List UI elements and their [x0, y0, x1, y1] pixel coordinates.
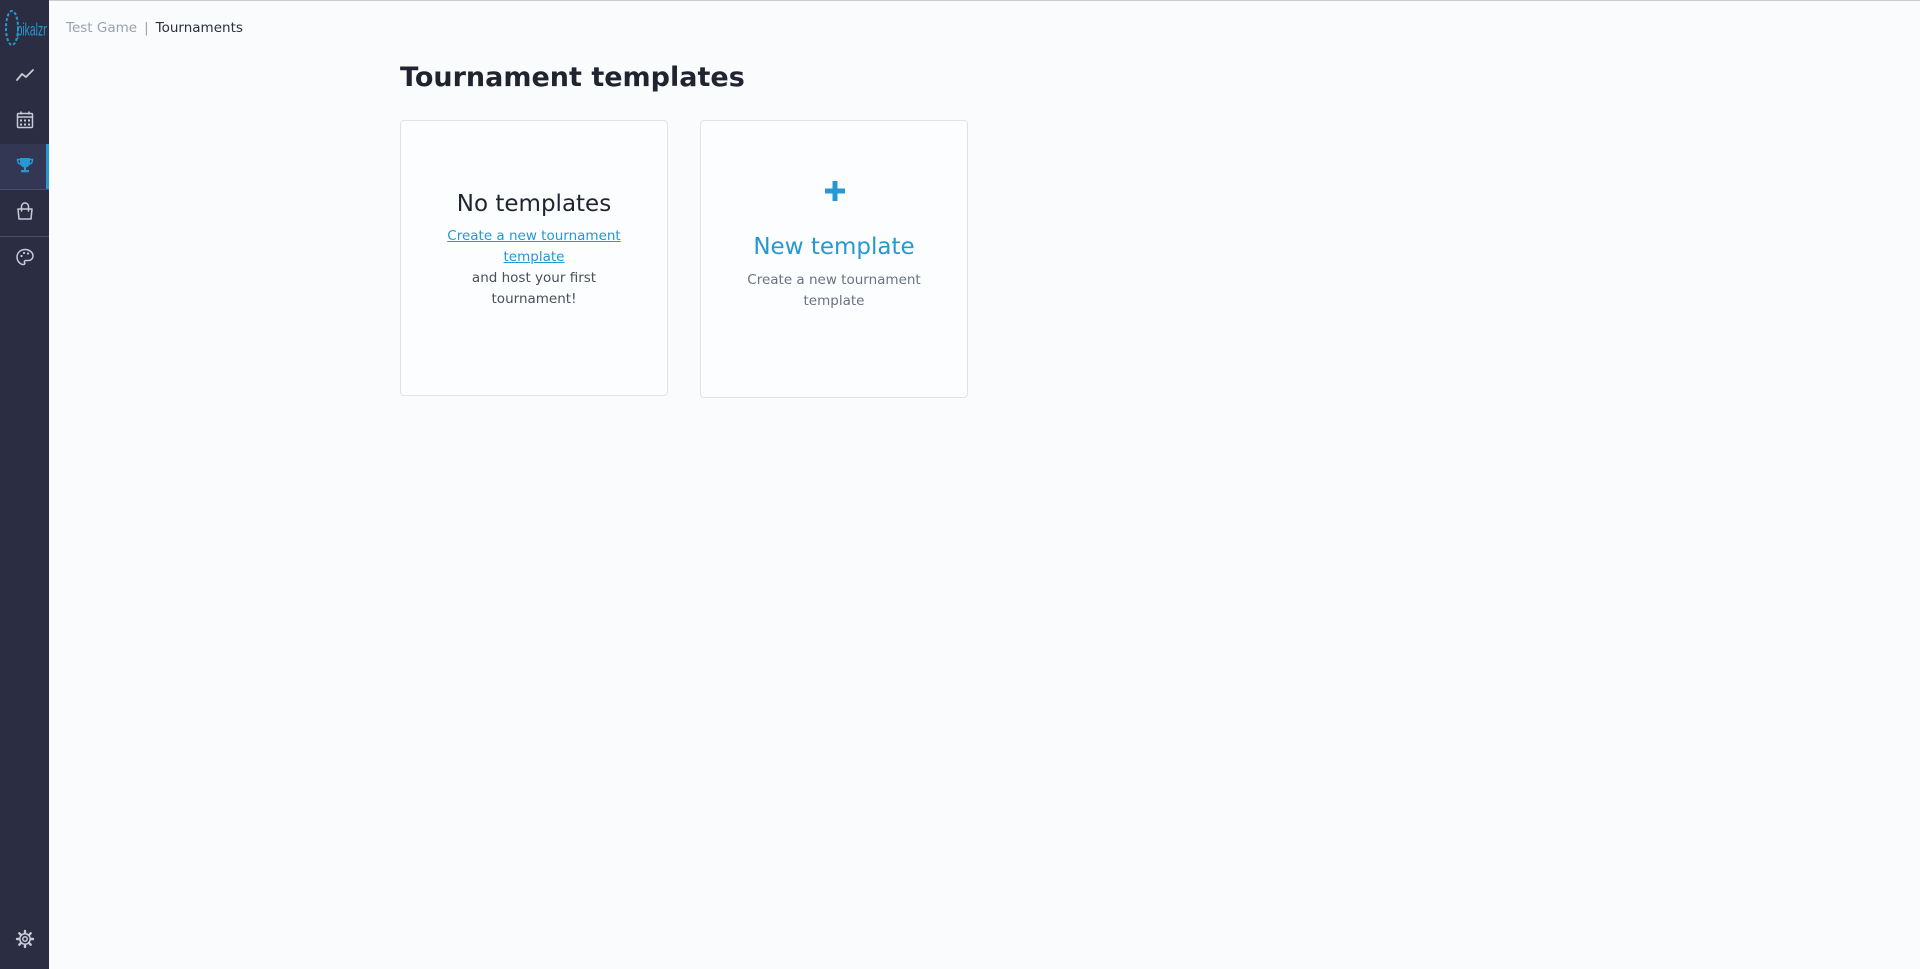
calendar-icon: [15, 110, 35, 134]
page-title: Tournament templates: [400, 62, 745, 93]
top-border: [0, 0, 1920, 1]
new-template-description: Create a new tournament template: [747, 272, 921, 309]
sidebar-item-store[interactable]: [0, 190, 49, 235]
breadcrumb-parent-link[interactable]: Test Game: [66, 20, 137, 36]
svg-text:pikalzn: pikalzn: [17, 21, 47, 40]
sidebar-item-schedule[interactable]: [0, 99, 49, 144]
empty-state-title: No templates: [456, 191, 612, 217]
shopping-bag-icon: [15, 201, 35, 225]
new-template-card[interactable]: New template Create a new tournament tem…: [700, 120, 968, 398]
chart-line-icon: [15, 65, 35, 89]
sidebar-item-tournaments[interactable]: [0, 144, 49, 189]
breadcrumb-current: Tournaments: [155, 20, 243, 36]
sidebar: pikalzn: [0, 0, 49, 969]
trophy-icon: [15, 155, 35, 179]
breadcrumb-separator: |: [144, 20, 149, 36]
plus-icon: [823, 179, 847, 203]
gear-icon: [15, 929, 35, 953]
sidebar-item-customization[interactable]: [0, 236, 49, 281]
create-template-link[interactable]: Create a new tournament template: [447, 228, 620, 265]
logo[interactable]: pikalzn: [3, 7, 47, 49]
new-template-title: New template: [753, 234, 915, 260]
breadcrumb: Test Game | Tournaments: [66, 20, 243, 36]
palette-icon: [15, 247, 35, 271]
sidebar-item-analytics[interactable]: [0, 54, 49, 99]
empty-state-message: and host your first tournament!: [471, 270, 597, 307]
empty-state-card: No templates Create a new tournament tem…: [400, 120, 668, 396]
sidebar-item-settings[interactable]: [0, 918, 49, 963]
empty-state-text: Create a new tournament template and hos…: [441, 226, 627, 310]
